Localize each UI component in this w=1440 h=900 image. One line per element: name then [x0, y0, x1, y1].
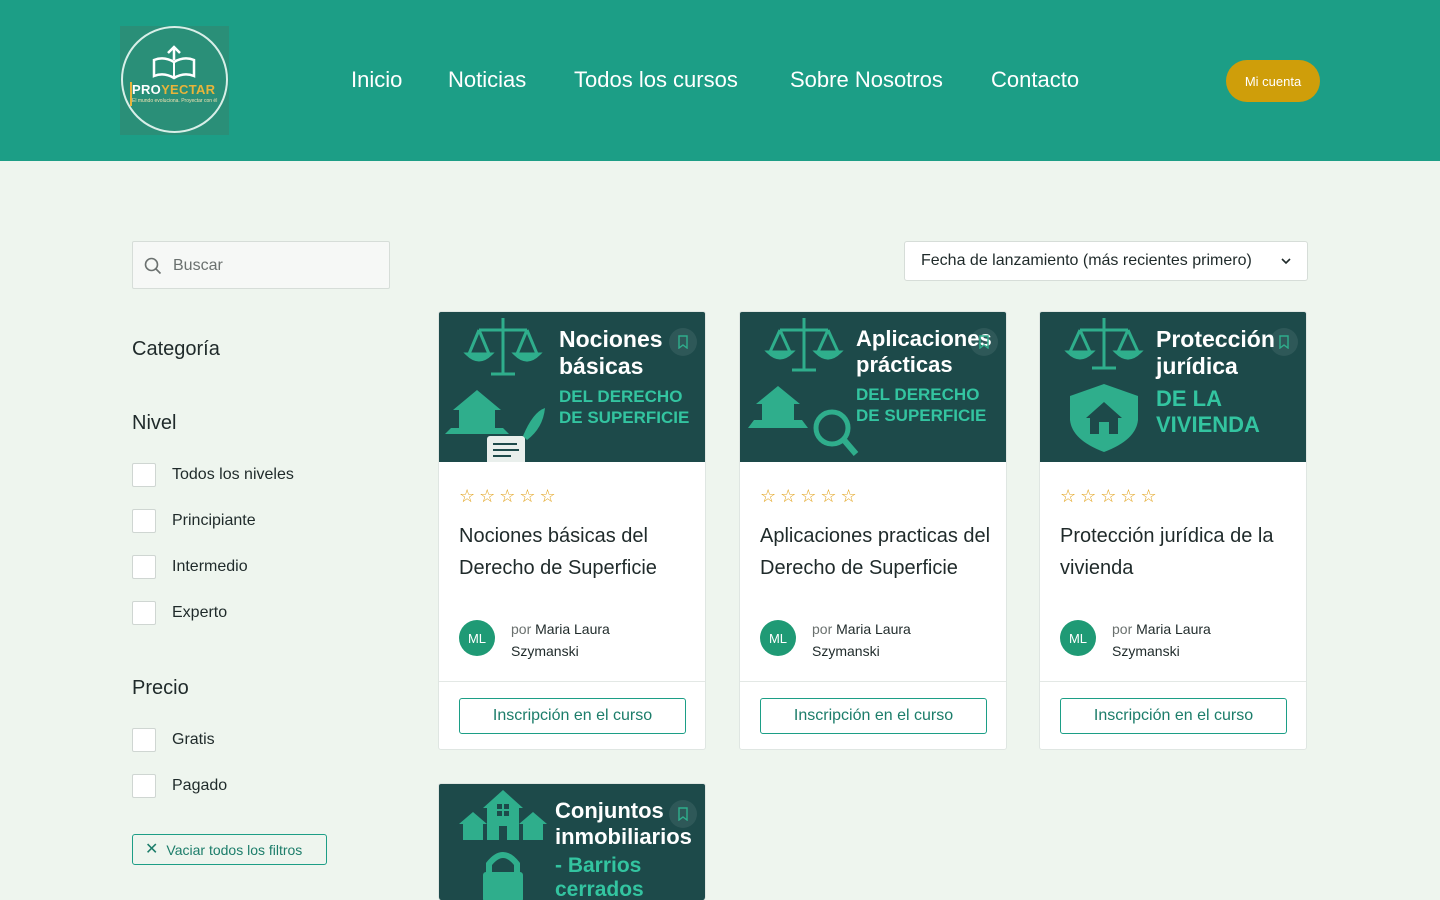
avatar: ML	[1060, 620, 1096, 656]
author-text: por Maria Laura Szymanski	[1112, 621, 1211, 659]
course-author: ML por Maria Laura Szymanski	[459, 618, 651, 662]
thumb-title: Protección jurídica	[1156, 326, 1275, 379]
divider	[740, 681, 1006, 682]
bookmark-icon[interactable]	[669, 800, 697, 828]
course-author: ML por Maria Laura Szymanski	[1060, 618, 1252, 662]
bookmark-icon[interactable]	[1270, 328, 1298, 356]
bookmark-icon[interactable]	[970, 328, 998, 356]
clear-filters-button[interactable]: ✕ Vaciar todos los filtros	[132, 834, 327, 865]
checkbox[interactable]	[132, 601, 156, 625]
nav-inicio[interactable]: Inicio	[351, 66, 402, 94]
checkbox[interactable]	[132, 555, 156, 579]
price-title: Precio	[132, 677, 189, 699]
checkbox[interactable]	[132, 774, 156, 798]
avatar: ML	[459, 620, 495, 656]
my-account-button[interactable]: Mi cuenta	[1226, 60, 1320, 102]
thumb-title: Nociones básicas	[559, 326, 663, 379]
close-icon: ✕	[145, 840, 159, 858]
sort-selected-value: Fecha de lanzamiento (más recientes prim…	[921, 252, 1252, 269]
course-title[interactable]: Nociones básicas del Derecho de Superfic…	[459, 520, 691, 584]
course-author: ML por Maria Laura Szymanski	[760, 618, 952, 662]
checkbox[interactable]	[132, 509, 156, 533]
author-text: por Maria Laura Szymanski	[511, 621, 610, 659]
course-thumbnail[interactable]: Protección jurídica DE LA VIVIENDA	[1040, 312, 1306, 462]
price-option-paid[interactable]: Pagado	[132, 774, 227, 798]
enroll-button[interactable]: Inscripción en el curso	[1060, 698, 1287, 734]
level-option-beginner[interactable]: Principiante	[132, 509, 256, 533]
checkbox-label: Experto	[172, 604, 228, 621]
nav-sobre-nosotros[interactable]: Sobre Nosotros	[790, 66, 943, 94]
chevron-down-icon	[1281, 258, 1291, 265]
enroll-button[interactable]: Inscripción en el curso	[459, 698, 686, 734]
price-option-free[interactable]: Gratis	[132, 728, 215, 752]
site-logo[interactable]: PROYECTAR El mundo evoluciona. Proyectar…	[120, 26, 229, 135]
enroll-button[interactable]: Inscripción en el curso	[760, 698, 987, 734]
thumb-subtitle: DEL DERECHO DE SUPERFICIE	[856, 385, 987, 425]
checkbox-label: Todos los niveles	[172, 466, 294, 483]
clear-filters-label: Vaciar todos los filtros	[166, 841, 303, 858]
rating-stars: ☆☆☆☆☆	[459, 486, 560, 506]
sort-select[interactable]: Fecha de lanzamiento (más recientes prim…	[904, 241, 1308, 281]
level-option-expert[interactable]: Experto	[132, 601, 227, 625]
thumb-subtitle: - Barrios cerrados	[555, 854, 644, 900]
course-thumbnail[interactable]: Nociones básicas DEL DERECHO DE SUPERFICIE	[439, 312, 705, 462]
rating-stars: ☆☆☆☆☆	[760, 486, 861, 506]
search-icon	[144, 257, 162, 275]
search-input[interactable]	[173, 252, 373, 280]
divider	[439, 681, 705, 682]
thumb-subtitle: DEL DERECHO DE SUPERFICIE	[559, 387, 690, 427]
logo-tagline: El mundo evoluciona. Proyectar con él	[132, 98, 218, 104]
course-thumbnail[interactable]: Aplicaciones prácticas DEL DERECHO DE SUPE…	[740, 312, 1006, 462]
bookmark-icon[interactable]	[669, 328, 697, 356]
course-card[interactable]: Nociones básicas DEL DERECHO DE SUPERFICIE…	[438, 311, 706, 750]
house-icon	[459, 790, 547, 900]
nav-contacto[interactable]: Contacto	[991, 66, 1079, 94]
scale-icon	[1064, 318, 1144, 452]
checkbox-label: Principiante	[172, 512, 256, 529]
checkbox-label: Pagado	[172, 777, 228, 794]
course-title[interactable]: Protección jurídica de la vivienda	[1060, 520, 1292, 584]
book-icon	[152, 45, 196, 80]
author-text: por Maria Laura Szymanski	[812, 621, 911, 659]
site-header: PROYECTAR El mundo evoluciona. Proyectar…	[0, 0, 1440, 161]
logo-brand: PROYECTAR	[132, 82, 216, 97]
checkbox-label: Gratis	[172, 731, 215, 748]
divider	[1040, 681, 1306, 682]
course-title[interactable]: Aplicaciones practicas del Derecho de Su…	[760, 520, 992, 584]
level-option-intermediate[interactable]: Intermedio	[132, 555, 248, 579]
course-card[interactable]: Protección jurídica DE LA VIVIENDA ☆☆☆☆☆ P…	[1039, 311, 1307, 750]
level-option-all[interactable]: Todos los niveles	[132, 463, 294, 487]
avatar: ML	[760, 620, 796, 656]
category-title: Categoría	[132, 338, 220, 360]
course-card[interactable]: Conjuntos inmobiliarios - Barrios cerrados	[438, 783, 706, 900]
thumb-subtitle: DE LA VIVIENDA	[1156, 386, 1260, 437]
search-box	[132, 241, 390, 289]
rating-stars: ☆☆☆☆☆	[1060, 486, 1161, 506]
checkbox[interactable]	[132, 728, 156, 752]
course-thumbnail[interactable]: Conjuntos inmobiliarios - Barrios cerrados	[439, 784, 705, 900]
level-title: Nivel	[132, 412, 177, 434]
nav-todos-los-cursos[interactable]: Todos los cursos	[574, 66, 738, 94]
checkbox-label: Intermedio	[172, 558, 248, 575]
checkbox[interactable]	[132, 463, 156, 487]
scale-icon	[748, 318, 859, 456]
course-card[interactable]: Aplicaciones prácticas DEL DERECHO DE SUPE…	[739, 311, 1007, 750]
nav-noticias[interactable]: Noticias	[448, 66, 526, 94]
scale-icon	[445, 318, 545, 462]
